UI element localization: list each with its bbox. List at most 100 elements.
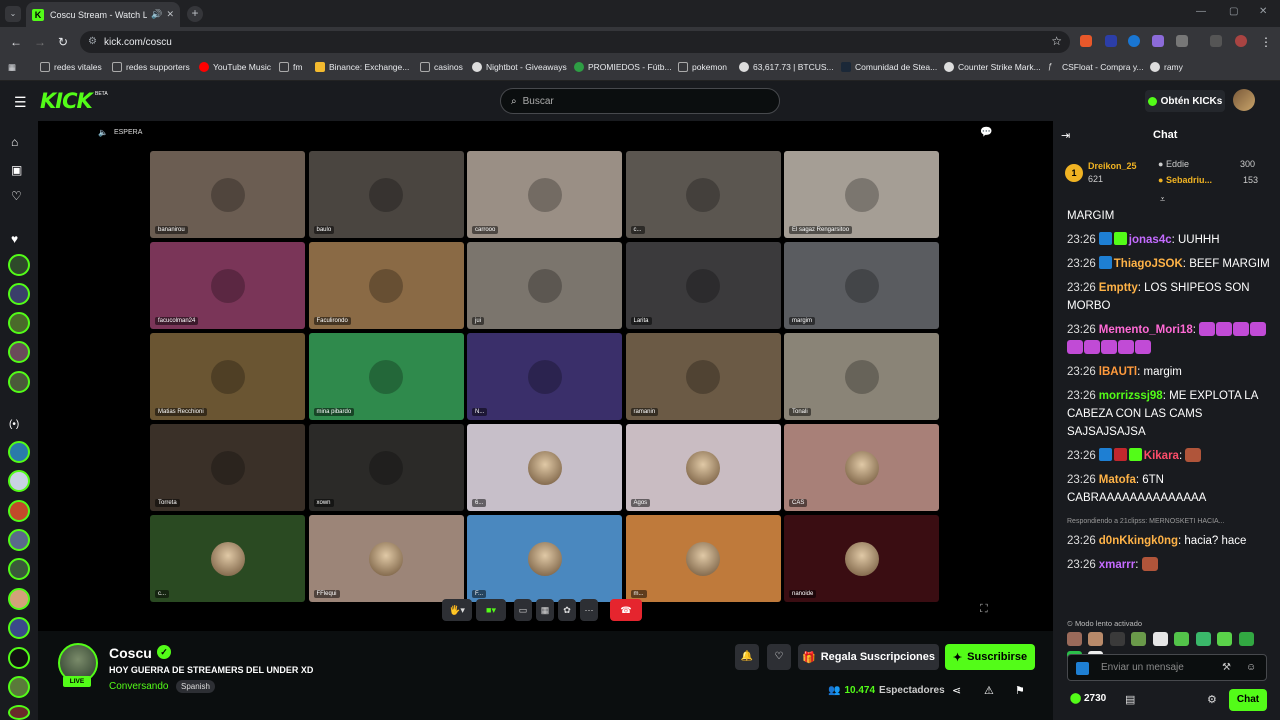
participant-tile[interactable]: CAS	[784, 424, 939, 511]
back-icon[interactable]: ←	[10, 35, 22, 49]
get-kicks-button[interactable]: Obtén KICKs	[1145, 90, 1225, 112]
extension-icon[interactable]	[1080, 35, 1092, 47]
chat-bubble-icon[interactable]: 💬	[980, 127, 992, 138]
emote[interactable]	[1185, 448, 1202, 462]
participant-tile[interactable]: 6...	[467, 424, 622, 511]
participant-tile[interactable]: bananirou	[150, 151, 305, 238]
collapse-chat-icon[interactable]: ⇥	[1061, 129, 1070, 142]
commands-icon[interactable]: ⚒	[1222, 662, 1231, 673]
participant-tile[interactable]: margim	[784, 242, 939, 329]
hang-up-button[interactable]: ☎	[610, 599, 642, 621]
emote[interactable]	[1088, 632, 1104, 646]
emote[interactable]	[1195, 632, 1211, 646]
screenshare-icon[interactable]: ▭	[514, 599, 532, 621]
bookmark-item[interactable]: 63,617.73 | BTCUS...	[739, 62, 834, 72]
chat-settings-icon[interactable]: ⚙	[1207, 693, 1217, 706]
participant-tile[interactable]: FFlequi	[308, 515, 464, 602]
new-tab-button[interactable]: +	[187, 6, 203, 22]
forward-icon[interactable]: →	[34, 35, 46, 49]
channel-avatar[interactable]	[8, 529, 30, 551]
bookmark-star-icon[interactable]: ☆	[1051, 34, 1062, 48]
emote[interactable]	[1067, 632, 1082, 646]
mod-tools-icon[interactable]: ⚑	[1015, 684, 1025, 697]
channel-avatar[interactable]	[8, 283, 30, 305]
profile-avatar-icon[interactable]	[1235, 35, 1247, 47]
participant-tile[interactable]: Faculirondo	[308, 242, 464, 329]
emote[interactable]	[1084, 340, 1100, 354]
emote[interactable]	[1152, 632, 1168, 646]
bookmark-item[interactable]: redes supporters	[112, 62, 190, 72]
emote[interactable]	[1101, 340, 1117, 354]
message-username[interactable]: Memento_Mori18	[1099, 324, 1193, 336]
channel-avatar[interactable]	[8, 254, 30, 276]
camera-button[interactable]: ■▾	[476, 599, 506, 621]
mic-button[interactable]: 🖐▾	[442, 599, 472, 621]
notifications-bell-button[interactable]: 🔔	[735, 644, 759, 670]
emote[interactable]	[1238, 632, 1254, 646]
channel-avatar[interactable]	[8, 341, 30, 363]
channel-avatar[interactable]	[8, 558, 30, 580]
home-icon[interactable]: ⌂	[11, 135, 18, 149]
participant-tile[interactable]: c...	[150, 515, 305, 602]
extension-icon[interactable]	[1152, 35, 1164, 47]
participant-tile[interactable]: facucolman24	[150, 242, 305, 329]
user-avatar[interactable]	[1233, 89, 1255, 111]
channel-avatar[interactable]	[8, 312, 30, 334]
message-username[interactable]: d0nKkingk0ng	[1099, 535, 1178, 547]
report-icon[interactable]: ⚠	[984, 684, 994, 697]
close-window-icon[interactable]: ✕	[1259, 6, 1267, 17]
tab-search-icon[interactable]: ⌄	[5, 6, 21, 22]
emote[interactable]	[1174, 632, 1190, 646]
more-options-icon[interactable]: ⋯	[580, 599, 598, 621]
bookmark-item[interactable]: casinos	[420, 62, 463, 72]
video-player[interactable]: 🔈 ESPERA 💬 bananirou baulo carrooo c... El s…	[38, 121, 1053, 631]
search-input[interactable]: ⌕ Buscar	[500, 88, 780, 114]
audio-icon[interactable]: 🔊	[151, 9, 162, 20]
extension-icon[interactable]	[1105, 35, 1117, 47]
emote[interactable]	[1067, 340, 1083, 354]
bookmark-item[interactable]: redes vitales	[40, 62, 102, 72]
participant-tile[interactable]: El sagaz Rengarsitoo	[784, 151, 939, 238]
channel-avatar[interactable]	[8, 647, 30, 669]
channel-avatar[interactable]	[8, 676, 30, 698]
gift-subs-button[interactable]: 🎁 Regala Suscripciones	[798, 644, 939, 670]
minimize-icon[interactable]: —	[1196, 6, 1206, 17]
participant-tile[interactable]: ramanin	[625, 333, 781, 420]
bookmark-item[interactable]: fm	[279, 62, 302, 72]
bookmark-item[interactable]: YouTube Music	[199, 62, 271, 72]
channel-avatar[interactable]	[8, 441, 30, 463]
category-link[interactable]: Conversando	[109, 681, 168, 692]
participant-tile[interactable]: F...	[467, 515, 622, 602]
participant-tile[interactable]: baulo	[308, 151, 464, 238]
reply-context[interactable]: Respondiendo a 21clipss: MERNOSKETI HACI…	[1067, 513, 1275, 531]
extension-icon[interactable]	[1128, 35, 1140, 47]
bookmark-item[interactable]: Counter Strike Mark...	[944, 62, 1041, 72]
channel-avatar[interactable]	[8, 500, 30, 522]
message-username[interactable]: Matofa	[1099, 474, 1136, 486]
emote[interactable]	[1135, 340, 1151, 354]
bookmark-item[interactable]: Comunidad de Stea...	[841, 62, 937, 72]
site-info-icon[interactable]: ⚙	[88, 36, 97, 47]
pin-toggle-icon[interactable]: ⩡	[1160, 194, 1165, 205]
reading-list-icon[interactable]	[1210, 35, 1222, 47]
emote[interactable]	[1199, 322, 1216, 336]
channel-avatar[interactable]	[8, 617, 30, 639]
participant-tile[interactable]: Agos	[625, 424, 781, 511]
bookmark-item[interactable]: ramy	[1150, 62, 1183, 72]
message-username[interactable]: jonas4c	[1129, 234, 1172, 246]
message-username[interactable]: lBAUTl	[1099, 366, 1137, 378]
url-field[interactable]: ⚙ kick.com/coscu ☆	[80, 31, 1070, 53]
participant-tile[interactable]: carrooo	[467, 151, 622, 238]
message-username[interactable]: xmarrr	[1099, 559, 1135, 571]
bookmark-item[interactable]: PROMIEDOS - Fútb...	[574, 62, 672, 72]
emote[interactable]	[1233, 322, 1250, 336]
message-username[interactable]: Kikara	[1144, 450, 1179, 462]
emote[interactable]	[1141, 557, 1158, 571]
bookmark-item[interactable]: pokemon	[678, 62, 727, 72]
bookmark-item[interactable]: ƒ CSFloat - Compra y...	[1048, 62, 1144, 72]
chat-input[interactable]: Enviar un mensaje ⚒ ☺	[1067, 654, 1267, 681]
participant-tile[interactable]: Torreta	[150, 424, 305, 511]
maximize-icon[interactable]: ▢	[1229, 6, 1238, 17]
participant-tile[interactable]: c...	[625, 151, 781, 238]
channel-avatar[interactable]	[8, 371, 30, 393]
